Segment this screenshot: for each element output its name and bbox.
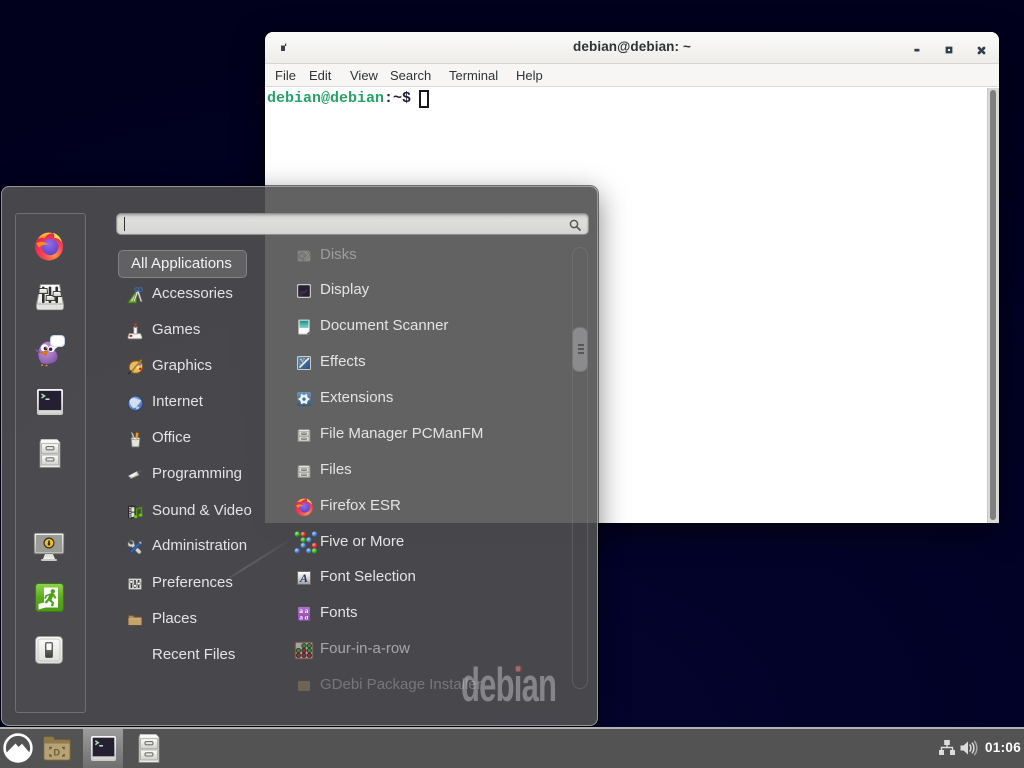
svg-text:D: D <box>54 748 61 758</box>
svg-text:A: A <box>299 571 308 585</box>
svg-text:a: a <box>305 613 309 622</box>
svg-text:a: a <box>299 613 303 622</box>
